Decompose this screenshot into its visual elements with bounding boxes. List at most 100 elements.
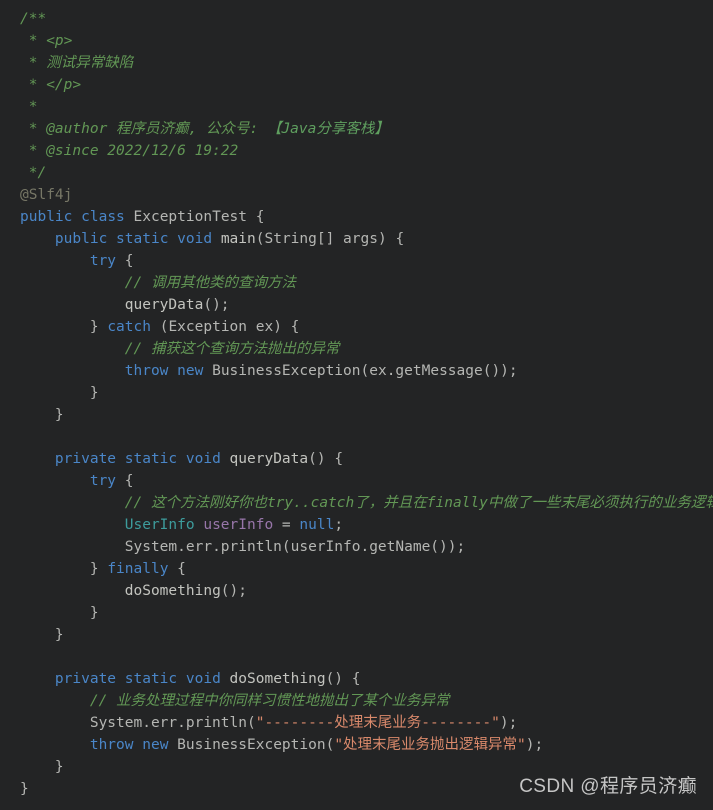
code-token-cmt: /** [20,11,47,27]
code-token-kw: private [54,451,117,467]
code-token-cmt: // 业务处理过程中你同样习惯性地抛出了某个业务异常 [89,693,450,709]
code-token-kw: throw [124,363,169,379]
code-line: } finally { [0,558,713,580]
code-token-anno: @Slf4j [20,187,73,203]
code-line: // 捕获这个查询方法抛出的异常 [0,338,713,360]
code-token-kw: null [299,517,335,533]
code-token-kw: try [89,253,117,269]
code-token-cmt: */ [20,165,47,181]
code-token-cmt: // 调用其他类的查询方法 [124,275,296,291]
code-line: } catch (Exception ex) { [0,316,713,338]
code-token-type: ExceptionTest [133,209,248,225]
code-line: // 调用其他类的查询方法 [0,272,713,294]
code-line: // 这个方法刚好你也try..catch了，并且在finally中做了一些末尾… [0,492,713,514]
code-line: * 测试异常缺陷 [0,52,713,74]
code-line: * [0,96,713,118]
code-line: public static void main(String[] args) { [0,228,713,250]
code-line: @Slf4j [0,184,713,206]
code-line: } [0,624,713,646]
code-token-plain: System.err.println(userInfo.getName()); [124,539,466,555]
code-line: * </p> [0,74,713,96]
code-token-plain: { [168,561,186,577]
code-token-plain: = [273,517,300,533]
code-token-type: Exception ex [168,319,274,335]
code-token-kw: void [185,671,221,687]
code-token-kw: private [54,671,117,687]
code-line: queryData(); [0,294,713,316]
code-token-mth: doSomething [229,671,326,687]
code-token-str: "--------处理末尾业务--------" [255,715,500,731]
code-token-kw: new [177,363,204,379]
code-token-plain: } [89,561,108,577]
code-token-kw: void [185,451,221,467]
code-token-plain: ); [525,737,544,753]
code-token-cmt: * @author 程序员济癫, 公众号: [20,121,267,137]
code-token-plain: (); [220,583,247,599]
code-token-kw: public [20,209,73,225]
code-token-plain: ( [150,319,169,335]
code-token-mth: main [220,231,256,247]
code-token-mth: queryData [124,297,204,313]
code-line: // 业务处理过程中你同样习惯性地抛出了某个业务异常 [0,690,713,712]
code-token-kw: catch [107,319,151,335]
code-editor-surface[interactable]: /** * <p> * 测试异常缺陷 * </p> * * @author 程序… [0,0,713,810]
code-line: } [0,382,713,404]
code-line: throw new BusinessException(ex.getMessag… [0,360,713,382]
code-token-kw: static [116,231,169,247]
code-token-cls: UserInfo [124,517,195,533]
code-token-plain: ); [499,715,518,731]
code-line: } [0,404,713,426]
code-token-kw: class [81,209,125,225]
code-token-plain: System.err.println( [89,715,256,731]
code-token-plain: ; [334,517,344,533]
code-line: * @author 程序员济癫, 公众号: 【Java分享客栈】 [0,118,713,140]
code-token-plain: } [20,781,29,797]
code-token-kw: static [124,671,178,687]
code-token-plain: } [89,605,99,621]
code-token-kw: finally [107,561,169,577]
code-token-cmt: // 捕获这个查询方法抛出的异常 [124,341,340,357]
code-token-cmt: * 测试异常缺陷 [20,55,134,71]
code-line: public class ExceptionTest { [0,206,713,228]
code-token-kw: static [124,451,178,467]
code-line: System.err.println(userInfo.getName()); [0,536,713,558]
code-token-plain: (); [203,297,230,313]
code-token-plain: } [54,627,64,643]
code-token-str: "处理末尾业务抛出逻辑异常" [334,737,526,753]
code-token-kw: throw [89,737,134,753]
code-token-plain: () { [308,451,344,467]
code-token-type: String[] args [264,231,378,247]
code-token-plain: ) { [273,319,300,335]
code-listing: /** * <p> * 测试异常缺陷 * </p> * * @author 程序… [0,8,713,800]
csdn-watermark: CSDN @程序员济癫 [519,776,697,797]
